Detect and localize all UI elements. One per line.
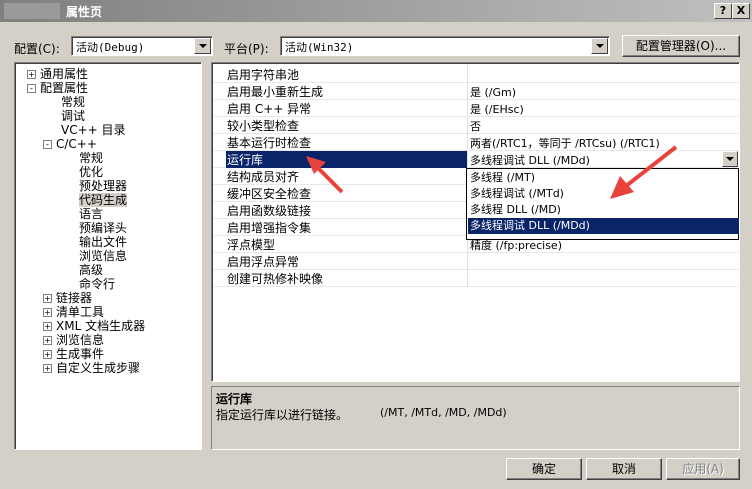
- arrow-icon: [610, 145, 678, 199]
- annotation-arrows: [306, 145, 678, 199]
- arrow-icon: [306, 156, 344, 194]
